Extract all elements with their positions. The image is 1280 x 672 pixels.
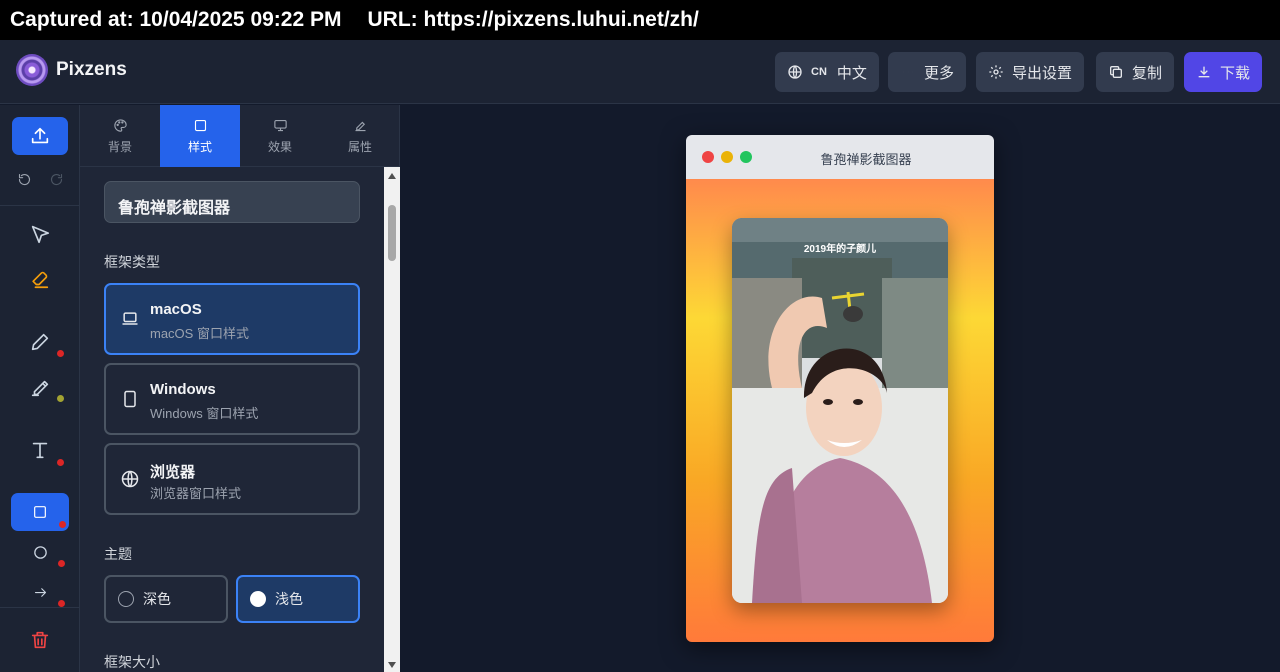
- scroll-down-arrow[interactable]: [388, 662, 396, 668]
- frame-size-label: 框架大小: [104, 654, 160, 670]
- rectangle-color-dot: [59, 521, 66, 528]
- cursor-icon: [31, 225, 50, 244]
- trash-icon: [31, 631, 49, 649]
- capture-timestamp: Captured at: 10/04/2025 09:22 PM: [10, 8, 342, 31]
- window-title: 鲁孢禅影截图器: [820, 152, 912, 167]
- tab-background-label: 背景: [107, 139, 132, 154]
- language-label: 中文: [836, 64, 867, 82]
- more-button[interactable]: 更多: [888, 52, 967, 92]
- palette-icon: [113, 118, 127, 132]
- gradient-background: 2019年的子颜儿: [686, 179, 994, 642]
- copy-icon: [1110, 66, 1122, 78]
- window-title-input[interactable]: 鲁孢禅影截图器: [104, 181, 360, 223]
- scroll-up-arrow[interactable]: [388, 173, 396, 179]
- ellipsis-icon: [903, 71, 913, 73]
- app-header: Pixzens CN 中文 更多 导出设置 复制 下载: [0, 40, 1280, 104]
- tablet-icon: [124, 390, 136, 408]
- frame-option-desc: macOS 窗口样式: [150, 326, 249, 341]
- theme-dark-label: 深色: [143, 591, 171, 607]
- language-button[interactable]: CN 中文: [775, 52, 879, 92]
- eraser-icon: [32, 271, 49, 289]
- brand-name: Pixzens: [56, 59, 127, 80]
- tab-effects-label: 效果: [267, 139, 292, 154]
- frame-option-name: macOS: [150, 301, 202, 318]
- canvas-area: 鲁孢禅影截图器 2019年的子颜儿: [400, 105, 1280, 672]
- circle-icon: [33, 545, 47, 559]
- globe-icon: [121, 470, 139, 488]
- tab-effects[interactable]: 效果: [240, 105, 320, 167]
- eraser-tool[interactable]: [12, 260, 68, 298]
- radio-dark: [118, 591, 134, 607]
- panel-scrollbar[interactable]: [384, 167, 400, 672]
- radio-light: [250, 591, 266, 607]
- edit-icon: [355, 121, 365, 131]
- monitor-icon: [273, 119, 287, 131]
- panel-tabs: 背景 样式 效果 属性: [80, 105, 400, 167]
- tab-style[interactable]: 样式: [160, 105, 240, 167]
- circle-color-dot: [58, 560, 65, 567]
- capture-url: URL: https://pixzens.luhui.net/zh/: [367, 8, 699, 31]
- portrait-photo: [732, 218, 948, 603]
- frame-option-name: Windows: [150, 381, 216, 398]
- frame-type-label: 框架类型: [104, 254, 160, 270]
- toolbar-divider: [0, 205, 80, 206]
- export-settings-label: 导出设置: [1012, 64, 1073, 82]
- scroll-thumb[interactable]: [388, 205, 396, 261]
- window-titlebar: 鲁孢禅影截图器: [686, 135, 994, 179]
- redo-icon: [50, 173, 62, 185]
- toolbar-divider: [0, 607, 80, 608]
- export-settings-button[interactable]: 导出设置: [976, 52, 1085, 92]
- upload-button[interactable]: [12, 117, 68, 155]
- capture-info-bar: Captured at: 10/04/2025 09:22 PM URL: htt…: [0, 0, 1280, 40]
- undo-icon: [18, 173, 30, 185]
- text-color-dot: [57, 459, 64, 466]
- tab-style-label: 样式: [187, 139, 212, 154]
- more-label: 更多: [924, 64, 955, 82]
- tab-properties-label: 属性: [347, 139, 372, 154]
- theme-option-dark[interactable]: 深色: [104, 575, 228, 623]
- photo-caption: 2019年的子颜儿: [803, 244, 877, 255]
- language-code: CN: [811, 66, 827, 78]
- frame-option-browser[interactable]: 浏览器 浏览器窗口样式: [104, 443, 360, 515]
- theme-option-light[interactable]: 浅色: [236, 575, 360, 623]
- theme-label: 主题: [104, 546, 132, 562]
- tab-background[interactable]: 背景: [80, 105, 160, 167]
- select-tool[interactable]: [12, 215, 68, 253]
- screenshot-image: 2019年的子颜儿: [732, 218, 948, 603]
- frame-option-macos[interactable]: macOS macOS 窗口样式: [104, 283, 360, 355]
- tab-properties[interactable]: 属性: [320, 105, 400, 167]
- frame-option-windows[interactable]: Windows Windows 窗口样式: [104, 363, 360, 435]
- highlighter-icon: [31, 380, 49, 397]
- settings-panel: 背景 样式 效果 属性 鲁孢禅影截图器 框架类型 macOS macOS 窗口样…: [80, 105, 400, 672]
- gear-icon: [989, 65, 1003, 79]
- text-icon: [32, 442, 48, 459]
- tool-sidebar: [0, 105, 80, 672]
- copy-button[interactable]: 复制: [1096, 52, 1175, 92]
- frame-option-desc: Windows 窗口样式: [150, 406, 259, 421]
- arrow-right-icon: [34, 587, 46, 597]
- laptop-icon: [122, 312, 138, 325]
- preview-window[interactable]: 鲁孢禅影截图器 2019年的子颜儿: [686, 135, 994, 642]
- upload-icon: [31, 127, 49, 144]
- copy-label: 复制: [1132, 64, 1163, 82]
- square-icon: [34, 506, 46, 518]
- download-label: 下载: [1220, 64, 1251, 82]
- highlighter-color-dot: [57, 395, 64, 402]
- square-icon: [194, 119, 206, 131]
- pencil-icon: [31, 333, 49, 351]
- delete-button[interactable]: [12, 621, 68, 659]
- globe-icon: [788, 65, 802, 79]
- redo-button[interactable]: [42, 167, 70, 191]
- frame-option-name: 浏览器: [150, 464, 196, 481]
- theme-light-label: 浅色: [275, 591, 303, 607]
- undo-button[interactable]: [10, 167, 38, 191]
- arrow-color-dot: [58, 600, 65, 607]
- download-icon: [1198, 66, 1210, 78]
- pixzens-logo: [16, 54, 48, 86]
- pen-color-dot: [57, 350, 64, 357]
- download-button[interactable]: 下载: [1184, 52, 1263, 92]
- frame-option-desc: 浏览器窗口样式: [150, 486, 242, 501]
